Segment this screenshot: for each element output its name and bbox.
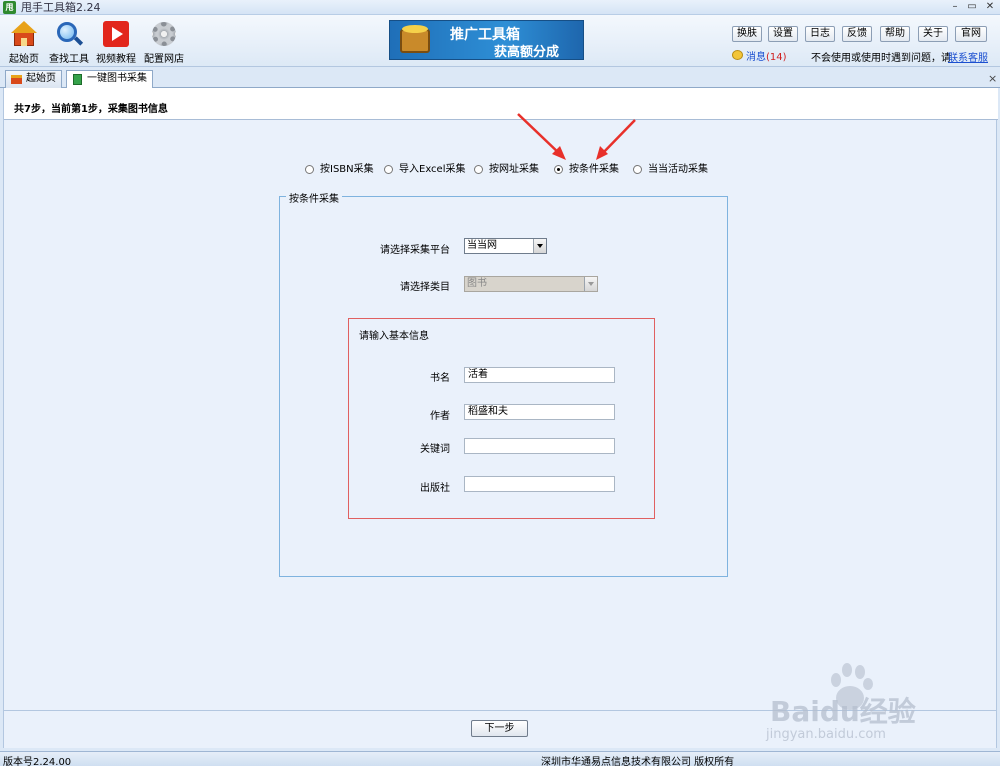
- tab-book-collect-label: 一键图书采集: [87, 73, 147, 84]
- video-tutorial-button[interactable]: 视频教程: [92, 19, 140, 65]
- help-button[interactable]: 帮助: [880, 26, 910, 42]
- find-tools-label: 查找工具: [49, 54, 89, 65]
- mode-condition-label: 按条件采集: [569, 164, 619, 175]
- radio-indicator: [633, 165, 642, 174]
- category-value: 图书: [467, 278, 487, 289]
- mode-dangdang-label: 当当活动采集: [648, 164, 708, 175]
- settings-button[interactable]: 设置: [768, 26, 798, 42]
- book-title-label: 书名: [430, 373, 450, 384]
- watermark-brand: Baidu经验: [770, 695, 916, 728]
- radio-indicator-selected: [554, 165, 563, 174]
- log-button[interactable]: 日志: [805, 26, 835, 42]
- step-indicator: 共7步，当前第1步，采集图书信息: [14, 104, 168, 115]
- feedback-button[interactable]: 反馈: [842, 26, 872, 42]
- radio-indicator: [384, 165, 393, 174]
- mode-excel-radio[interactable]: 导入Excel采集: [384, 164, 466, 176]
- annotation-arrows: [517, 113, 636, 160]
- maximize-button[interactable]: ▭: [963, 0, 981, 14]
- mode-excel-label: 导入Excel采集: [399, 164, 466, 175]
- configure-store-button[interactable]: 配置网店: [140, 19, 188, 65]
- title-bar: 甩 甩手工具箱2.24 – ▭ ✕: [0, 0, 1000, 15]
- copyright-text: 深圳市华通易点信息技术有限公司 版权所有: [541, 757, 735, 766]
- magnifier-icon: [56, 21, 84, 47]
- skin-button[interactable]: 换肤: [732, 26, 762, 42]
- platform-label: 请选择采集平台: [380, 245, 450, 256]
- keyword-input[interactable]: [464, 438, 615, 454]
- promo-banner[interactable]: 推广工具箱 获高额分成: [389, 20, 584, 60]
- author-label: 作者: [430, 411, 450, 422]
- app-icon: 甩: [3, 1, 16, 14]
- fieldset-legend: 按条件采集: [286, 190, 342, 205]
- official-site-button[interactable]: 官网: [955, 26, 987, 42]
- mode-isbn-label: 按ISBN采集: [320, 164, 374, 175]
- messages-label: 消息: [746, 52, 766, 63]
- book-title-input[interactable]: 活着: [464, 367, 615, 383]
- mode-url-radio[interactable]: 按网址采集: [474, 164, 539, 176]
- home-icon: [11, 75, 22, 84]
- status-bar: 版本号2.24.00 深圳市华通易点信息技术有限公司 版权所有: [0, 751, 1000, 766]
- minimize-button[interactable]: –: [946, 0, 964, 14]
- messages-count: (14): [766, 52, 787, 63]
- find-tools-button[interactable]: 查找工具: [45, 19, 93, 65]
- about-button[interactable]: 关于: [918, 26, 948, 42]
- basic-info-title: 请输入基本信息: [359, 331, 429, 342]
- mode-condition-radio[interactable]: 按条件采集: [554, 164, 619, 176]
- home-tool-label: 起始页: [9, 54, 39, 65]
- mode-dangdang-radio[interactable]: 当当活动采集: [633, 164, 708, 176]
- version-text: 版本号2.24.00: [3, 757, 72, 766]
- book-icon: [73, 74, 82, 85]
- close-tab-icon[interactable]: ×: [988, 72, 997, 85]
- banner-line-2: 获高额分成: [494, 45, 560, 60]
- platform-select[interactable]: 当当网: [464, 238, 547, 254]
- mode-url-label: 按网址采集: [489, 164, 539, 175]
- messages-link[interactable]: 消息(14): [746, 48, 787, 63]
- watermark-url: jingyan.baidu.com: [766, 727, 886, 742]
- radio-indicator: [474, 165, 483, 174]
- window-title: 甩手工具箱2.24: [21, 1, 101, 14]
- play-icon: [103, 21, 129, 47]
- tab-book-collect[interactable]: 一键图书采集: [66, 70, 153, 89]
- publisher-input[interactable]: [464, 476, 615, 492]
- next-step-button[interactable]: 下一步: [471, 720, 528, 737]
- author-input[interactable]: 稻盛和夫: [464, 404, 615, 420]
- keyword-label: 关键词: [420, 444, 450, 455]
- tab-home[interactable]: 起始页: [5, 70, 62, 88]
- home-tool-button[interactable]: 起始页: [0, 19, 48, 65]
- radio-indicator: [305, 165, 314, 174]
- arrow-left-icon: [517, 113, 566, 160]
- arrow-right-icon: [596, 119, 636, 160]
- contact-service-link[interactable]: 联系客服: [948, 49, 988, 64]
- message-icon[interactable]: [732, 50, 743, 60]
- platform-value: 当当网: [467, 240, 497, 251]
- gear-icon: [151, 21, 177, 47]
- step-bar: 共7步，当前第1步，采集图书信息: [4, 88, 998, 120]
- category-label: 请选择类目: [400, 282, 450, 293]
- mode-isbn-radio[interactable]: 按ISBN采集: [305, 164, 374, 176]
- chevron-down-icon[interactable]: [533, 239, 546, 253]
- gold-icon: [402, 25, 428, 33]
- video-tutorial-label: 视频教程: [96, 54, 136, 65]
- chevron-down-icon: [584, 277, 597, 291]
- tab-home-label: 起始页: [26, 73, 56, 84]
- configure-store-label: 配置网店: [144, 54, 184, 65]
- tab-bar: 起始页 一键图书采集: [0, 67, 1000, 89]
- home-icon: [11, 21, 37, 47]
- help-text: 不会使用或使用时遇到问题，请: [811, 53, 951, 64]
- category-select: 图书: [464, 276, 598, 292]
- publisher-label: 出版社: [420, 483, 450, 494]
- close-window-button[interactable]: ✕: [981, 0, 999, 14]
